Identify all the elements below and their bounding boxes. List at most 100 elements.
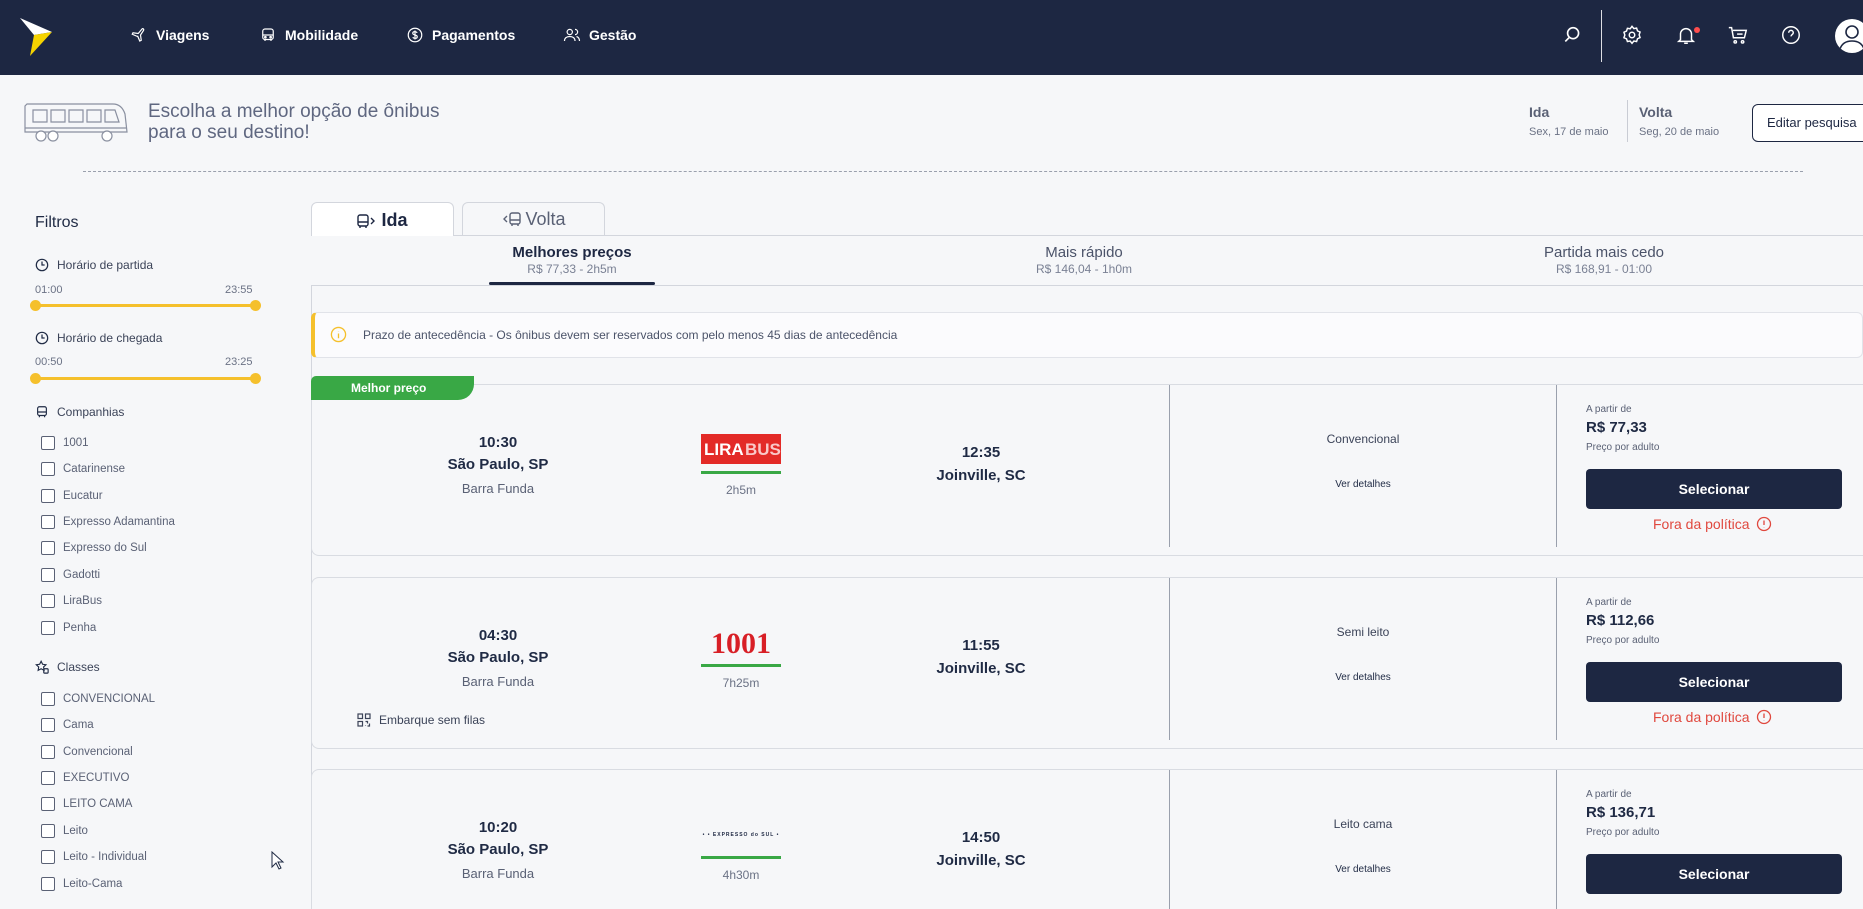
qr-code-icon: [357, 713, 371, 727]
search-icon[interactable]: [1563, 24, 1585, 46]
out-of-policy-link[interactable]: Fora da política: [1653, 516, 1772, 532]
checkbox[interactable]: [41, 621, 55, 635]
nav-mobilidade[interactable]: Mobilidade: [259, 24, 358, 46]
departure-slider-max-handle[interactable]: [250, 300, 261, 311]
lirabus-logo: LIRA BUS: [701, 434, 781, 464]
class-checkbox-leito-individual[interactable]: Leito - Individual: [41, 850, 147, 864]
card-divider: [1169, 385, 1170, 547]
checkbox[interactable]: [41, 771, 55, 785]
card-divider: [1556, 385, 1557, 547]
logo-icon[interactable]: [20, 18, 52, 56]
company-checkbox-lirabus[interactable]: LiraBus: [41, 594, 102, 608]
class-label: Leito: [63, 825, 88, 837]
company-checkbox-catarinense[interactable]: Catarinense: [41, 462, 125, 476]
header-divider: [83, 171, 1803, 172]
checkbox[interactable]: [41, 489, 55, 503]
checkbox[interactable]: [41, 436, 55, 450]
class-checkbox-leito-cama-upper[interactable]: LEITO CAMA: [41, 797, 132, 811]
class-checkbox-executivo[interactable]: EXECUTIVO: [41, 771, 129, 785]
trip-duration: 7h25m: [722, 676, 760, 690]
details-link[interactable]: Ver detalhes: [1283, 479, 1443, 490]
checkbox[interactable]: [41, 568, 55, 582]
out-of-policy-link[interactable]: Fora da política: [1653, 709, 1772, 725]
tab-volta[interactable]: Volta: [462, 202, 605, 235]
company-checkbox-penha[interactable]: Penha: [41, 621, 96, 635]
class-label: CONVENCIONAL: [63, 693, 156, 705]
class-checkbox-leito[interactable]: Leito: [41, 824, 88, 838]
per-adult-label: Preço por adulto: [1586, 827, 1660, 838]
departure-slider-min-handle[interactable]: [30, 300, 41, 311]
company-checkbox-gadotti[interactable]: Gadotti: [41, 568, 100, 582]
trip-volta-date: Seg, 20 de maio: [1639, 126, 1720, 138]
arrival-slider-min-handle[interactable]: [30, 373, 41, 384]
arrival-max: 23:25: [225, 356, 253, 368]
select-button[interactable]: Selecionar: [1586, 469, 1842, 509]
departure-slider[interactable]: [35, 304, 255, 307]
company-label: LiraBus: [63, 595, 102, 607]
company-checkbox-expresso-do-sul[interactable]: Expresso do Sul: [41, 541, 147, 555]
svg-text:BUS: BUS: [745, 440, 781, 459]
help-icon[interactable]: [1780, 24, 1802, 46]
arrival-slider[interactable]: [35, 377, 255, 380]
tab-ida-label: Ida: [381, 210, 408, 230]
cart-icon[interactable]: [1727, 24, 1749, 46]
checkbox[interactable]: [41, 745, 55, 759]
nav-viagens[interactable]: Viagens: [130, 24, 209, 46]
class-checkbox-convencional[interactable]: Convencional: [41, 745, 133, 759]
checkbox[interactable]: [41, 594, 55, 608]
from-label: A partir de: [1586, 597, 1632, 608]
checkbox[interactable]: [41, 718, 55, 732]
sort-fastest[interactable]: Mais rápido R$ 146,04 - 1h0m: [984, 244, 1184, 276]
sort-title: Mais rápido: [1045, 244, 1123, 261]
checkbox[interactable]: [41, 850, 55, 864]
checkbox[interactable]: [41, 541, 55, 555]
price: R$ 112,66: [1586, 612, 1655, 629]
bus-class: Semi leito: [1336, 625, 1390, 639]
class-label: Leito - Individual: [63, 851, 147, 863]
company-checkbox-1001[interactable]: 1001: [41, 436, 89, 450]
price: R$ 136,71: [1586, 804, 1656, 821]
duration-bar: [701, 664, 781, 667]
details-link[interactable]: Ver detalhes: [1283, 864, 1443, 875]
alert-text: Prazo de antecedência - Os ônibus devem …: [363, 328, 898, 342]
dollar-icon: [407, 27, 423, 43]
trip-volta-label: Volta: [1639, 104, 1673, 120]
svg-text:• • EXPRESSO do SUL •: • • EXPRESSO do SUL •: [703, 832, 780, 838]
departure-min: 01:00: [35, 284, 63, 296]
departure-city: São Paulo, SP: [447, 841, 549, 858]
class-label: Cama: [63, 719, 94, 731]
select-button[interactable]: Selecionar: [1586, 854, 1842, 894]
gear-icon[interactable]: [1621, 24, 1643, 46]
checkbox[interactable]: [41, 797, 55, 811]
nav-pagamentos[interactable]: Pagamentos: [406, 24, 515, 46]
company-label: Penha: [63, 622, 97, 634]
checkbox[interactable]: [41, 462, 55, 476]
checkbox[interactable]: [41, 515, 55, 529]
class-checkbox-leito-cama[interactable]: Leito-Cama: [41, 877, 122, 891]
company-label: Expresso Adamantina: [63, 516, 175, 528]
bus-illustration-icon: [24, 103, 128, 142]
departure-time: 10:30: [478, 434, 518, 451]
checkbox[interactable]: [41, 877, 55, 891]
edit-search-button[interactable]: Editar pesquisa: [1752, 104, 1863, 142]
company-checkbox-eucatur[interactable]: Eucatur: [41, 489, 103, 503]
departure-time: 10:20: [478, 819, 518, 836]
company-checkbox-expresso-adamantina[interactable]: Expresso Adamantina: [41, 515, 175, 529]
tab-ida[interactable]: Ida: [311, 202, 454, 238]
info-icon: [1756, 516, 1771, 532]
details-link[interactable]: Ver detalhes: [1283, 672, 1443, 683]
sort-title: Melhores preços: [512, 244, 632, 261]
nav-gestao[interactable]: Gestão: [563, 24, 636, 46]
company-label: Expresso do Sul: [63, 542, 147, 554]
class-checkbox-cama[interactable]: Cama: [41, 718, 94, 732]
arrival-slider-max-handle[interactable]: [250, 373, 261, 384]
user-avatar[interactable]: [1835, 19, 1863, 53]
select-button[interactable]: Selecionar: [1586, 662, 1842, 702]
sort-earliest[interactable]: Partida mais cedo R$ 168,91 - 01:00: [1504, 244, 1704, 276]
sort-best-price[interactable]: Melhores preços R$ 77,33 - 2h5m: [472, 244, 672, 276]
company-label: Eucatur: [63, 490, 103, 502]
checkbox[interactable]: [41, 824, 55, 838]
checkbox[interactable]: [41, 692, 55, 706]
arrival-city: Joinville, SC: [936, 467, 1026, 484]
class-checkbox-convencional-upper[interactable]: CONVENCIONAL: [41, 692, 155, 706]
